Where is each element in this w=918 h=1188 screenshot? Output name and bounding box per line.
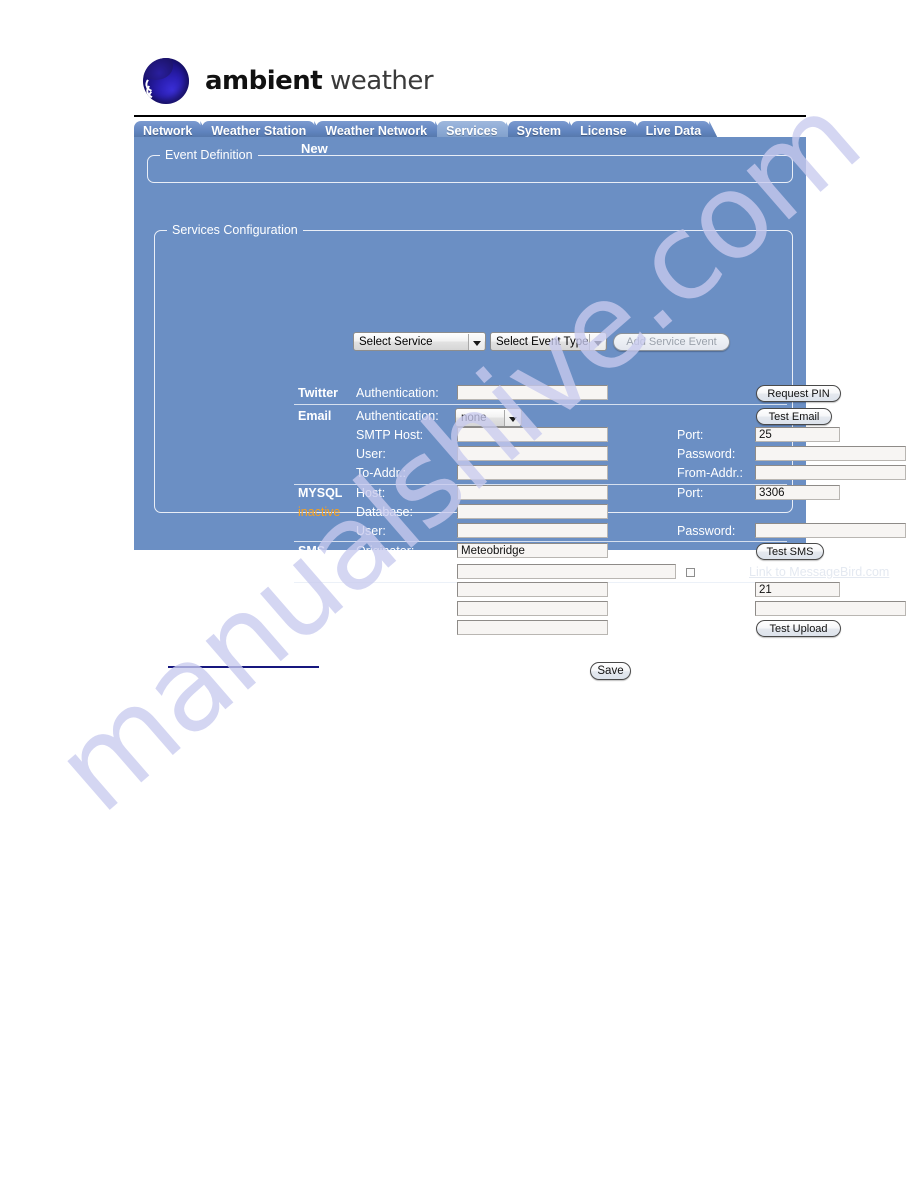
email-port-input[interactable]: 25	[755, 427, 840, 442]
mysql-status-badge: inactive	[298, 505, 341, 519]
select-event-type-value: Select Event Type	[496, 336, 589, 348]
email-from-addr-input[interactable]	[755, 465, 906, 480]
email-auth-label: Authentication:	[356, 409, 439, 423]
email-user-label: User:	[356, 447, 386, 461]
service-label-mysql: MYSQL	[298, 486, 343, 500]
email-from-addr-label: From-Addr.:	[677, 466, 743, 480]
brand-wordmark: ambient weather	[205, 66, 434, 96]
ftp-host-label: FTP Host:	[356, 583, 413, 597]
email-port-label: Port:	[677, 428, 704, 442]
sms-originator-input[interactable]: Meteobridge	[457, 543, 608, 558]
brand-name-bold: ambient	[205, 66, 323, 96]
services-configuration-legend: Services Configuration	[167, 223, 303, 237]
email-to-addr-input[interactable]	[457, 465, 608, 480]
service-label-ftp: FTP	[298, 583, 322, 597]
divider-mysql-sms	[294, 541, 787, 542]
email-user-input[interactable]	[457, 446, 608, 461]
divider-twitter-email	[294, 404, 787, 405]
mysql-user-input[interactable]	[457, 523, 608, 538]
mysql-database-label: Database:	[356, 505, 413, 519]
test-sms-button[interactable]: Test SMS	[756, 543, 824, 560]
select-event-type-dropdown[interactable]: Select Event Type	[490, 332, 607, 351]
ftp-user-input[interactable]	[457, 601, 608, 616]
email-smtp-host-input[interactable]	[457, 427, 608, 442]
chevron-down-icon	[589, 334, 605, 350]
twitter-auth-input[interactable]	[457, 385, 608, 400]
ftp-host-input[interactable]	[457, 582, 608, 597]
request-pin-button[interactable]: Request PIN	[756, 385, 841, 402]
test-upload-button[interactable]: Test Upload	[756, 620, 841, 637]
save-button[interactable]: Save	[590, 662, 631, 680]
sphere-logo-icon	[143, 58, 189, 104]
services-panel: Event Definition Services Configuration …	[134, 137, 906, 680]
select-service-value: Select Service	[359, 336, 433, 348]
brand-logo: ambient weather	[143, 56, 543, 112]
ftp-port-label: Port:	[677, 583, 704, 597]
email-auth-value: none	[461, 412, 487, 424]
mysql-port-label: Port:	[677, 486, 704, 500]
sms-show-label: show	[697, 565, 727, 579]
ftp-user-label: User:	[356, 602, 386, 616]
mysql-password-input[interactable]	[755, 523, 906, 538]
mysql-password-label: Password:	[677, 524, 736, 538]
service-label-twitter: Twitter	[298, 386, 339, 400]
email-smtp-host-label: SMTP Host:	[356, 428, 424, 442]
select-service-dropdown[interactable]: Select Service	[353, 332, 486, 351]
twitter-auth-label: Authentication:	[356, 386, 439, 400]
mysql-port-input[interactable]: 3306	[755, 485, 840, 500]
ftp-test-path-label: Test Path:	[356, 621, 412, 635]
messagebird-link[interactable]: Link to MessageBird.com	[749, 565, 889, 579]
chevron-down-icon	[468, 334, 484, 350]
sms-access-key-label: Access Key:	[356, 565, 425, 579]
email-auth-dropdown[interactable]: none	[455, 408, 522, 427]
email-password-label: Password:	[677, 447, 736, 461]
sms-access-key-input[interactable]	[457, 564, 676, 579]
ftp-password-label: Password:	[677, 602, 736, 616]
sms-show-checkbox[interactable]	[686, 568, 695, 577]
mysql-user-label: User:	[356, 524, 386, 538]
add-service-event-button[interactable]: Add Service Event	[613, 333, 730, 351]
brand-name-light: weather	[330, 66, 434, 96]
email-password-input[interactable]	[755, 446, 906, 461]
footer-rule	[168, 666, 319, 668]
ftp-port-input[interactable]: 21	[755, 582, 840, 597]
service-label-sms: SMS	[298, 544, 326, 558]
test-email-button[interactable]: Test Email	[756, 408, 832, 425]
mysql-host-label: Host:	[356, 486, 386, 500]
ftp-password-input[interactable]	[755, 601, 906, 616]
new-event-label: New	[301, 141, 328, 156]
sms-originator-label: Originator:	[356, 544, 415, 558]
ftp-test-path-input[interactable]	[457, 620, 608, 635]
mysql-database-input[interactable]	[457, 504, 608, 519]
service-label-email: Email	[298, 409, 332, 423]
mysql-host-input[interactable]	[457, 485, 608, 500]
event-definition-legend: Event Definition	[160, 148, 258, 162]
email-to-addr-label: To-Addr.:	[356, 466, 407, 480]
event-definition-fieldset: Event Definition	[147, 148, 793, 183]
chevron-down-icon	[504, 410, 520, 426]
